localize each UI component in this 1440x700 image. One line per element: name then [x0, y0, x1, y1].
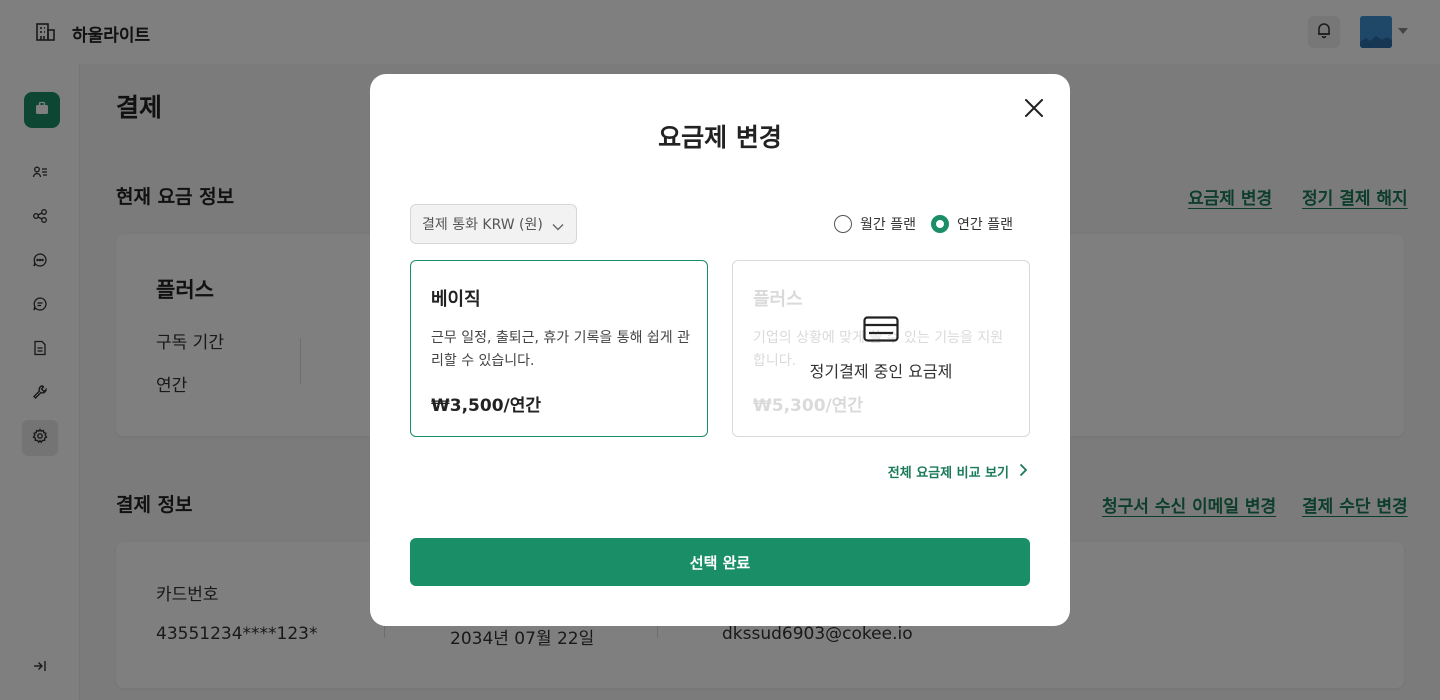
radio-button-checked[interactable]: [931, 215, 949, 233]
currency-select-value: 결제 통화 KRW (원): [422, 217, 543, 233]
plan-card-basic[interactable]: 베이직 근무 일정, 출퇴근, 휴가 기록을 통해 쉽게 관리할 수 있습니다.…: [410, 260, 708, 437]
currency-select[interactable]: 결제 통화 KRW (원): [410, 204, 577, 244]
plan-price: ₩3,500/연간: [431, 396, 542, 416]
monthly-plan-label: 월간 플랜: [860, 217, 916, 233]
yearly-plan-radio[interactable]: 연간 플랜: [931, 214, 1013, 234]
plan-description: 근무 일정, 출퇴근, 휴가 기록을 통해 쉽게 관리할 수 있습니다.: [431, 330, 691, 369]
modal-title: 요금제 변경: [658, 123, 782, 152]
monthly-plan-radio[interactable]: 월간 플랜: [834, 214, 916, 234]
current-plan-overlay-text: 정기결제 중인 요금제: [809, 361, 953, 381]
change-plan-modal: 요금제 변경 결제 통화 KRW (원) 월간 플랜 연간 플랜 베이직 근무 …: [370, 74, 1070, 626]
plan-name: 베이직: [431, 289, 481, 310]
compare-plans-label: 전체 요금제 비교 보기: [887, 466, 1009, 481]
close-icon: [1025, 99, 1043, 121]
confirm-selection-button[interactable]: 선택 완료: [410, 538, 1030, 586]
close-button[interactable]: [1020, 96, 1048, 124]
compare-plans-link[interactable]: 전체 요금제 비교 보기: [888, 462, 1028, 481]
yearly-plan-label: 연간 플랜: [957, 217, 1013, 233]
plan-card-plus: 플러스 기업의 상황에 맞게 쓸 수 있는 기능을 지원합니다. ₩5,300/…: [732, 260, 1030, 437]
credit-card-icon: [863, 315, 899, 346]
chevron-right-icon: [1019, 463, 1028, 481]
current-plan-overlay: 정기결제 중인 요금제: [733, 261, 1029, 436]
chevron-down-icon: [552, 219, 564, 235]
radio-button[interactable]: [834, 215, 852, 233]
